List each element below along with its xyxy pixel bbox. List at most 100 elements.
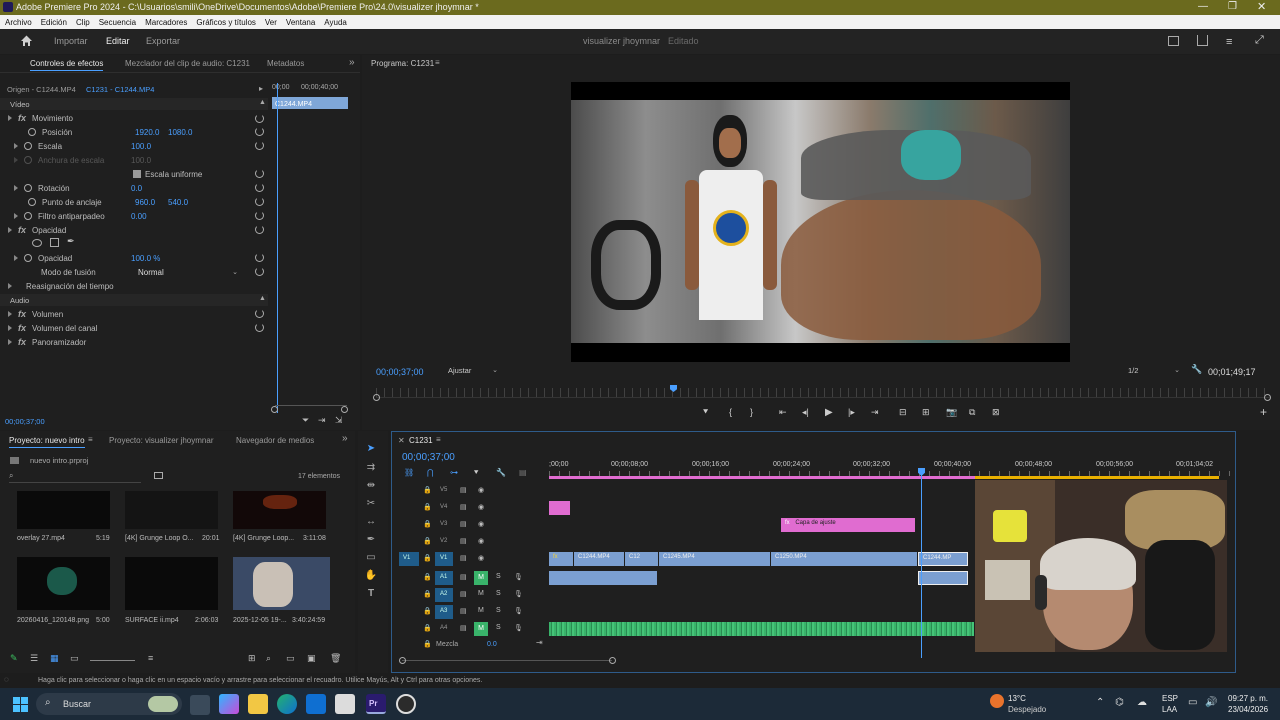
maximize-button[interactable]: ❐ <box>1228 1 1237 12</box>
outlook-icon[interactable] <box>306 694 326 714</box>
scale-value[interactable]: 100.0 <box>131 142 151 151</box>
close-tab-icon[interactable]: ✕ <box>398 436 405 445</box>
a4-music-clip[interactable] <box>549 622 974 636</box>
anchor-y[interactable]: 540.0 <box>168 198 188 207</box>
reset-icon[interactable] <box>255 169 264 178</box>
tray-chevron-icon[interactable]: ⌃ <box>1096 697 1104 708</box>
volume-row[interactable]: fx Volumen <box>0 307 63 321</box>
lock-icon[interactable]: 🔒 <box>423 520 432 528</box>
settings-wrench-icon[interactable]: 🔧 <box>496 468 506 477</box>
rectangle-mask-icon[interactable] <box>50 238 59 247</box>
sequence-label[interactable]: C1231 - C1244.MP4 <box>86 85 154 94</box>
menu-archivo[interactable]: Archivo <box>5 18 32 27</box>
reset-icon[interactable] <box>255 267 264 276</box>
tab-mezclador-audio[interactable]: Mezclador del clip de audio: C1231 <box>125 59 250 68</box>
expand-arrow-icon[interactable] <box>14 185 18 191</box>
mini-clip-bar[interactable]: C1244.MP4 <box>272 97 348 109</box>
hand-tool-icon[interactable]: ✋ <box>364 570 378 582</box>
weather-temp[interactable]: 13°C <box>1008 694 1026 703</box>
sync-icon[interactable]: ▤ <box>460 503 467 511</box>
panel-menu-icon[interactable]: ≡ <box>435 58 440 67</box>
linked-selection-icon[interactable]: ⊶ <box>450 468 458 477</box>
expand-arrow-icon[interactable] <box>14 143 18 149</box>
mute-button[interactable]: M <box>478 607 484 614</box>
rotation-value[interactable]: 0.0 <box>131 184 142 193</box>
fit-dropdown[interactable]: Ajustar ⌄ <box>448 366 500 378</box>
copilot-icon[interactable] <box>219 694 239 714</box>
stopwatch-icon[interactable] <box>28 198 36 206</box>
lock-icon[interactable]: 🔒 <box>423 554 432 562</box>
adjustment-layer-clip[interactable]: fx Capa de ajuste <box>781 518 915 532</box>
program-timecode[interactable]: 00;00;37;00 <box>376 367 424 377</box>
camera-icon[interactable]: 📷 <box>946 407 957 418</box>
new-item-icon[interactable]: ▣ <box>307 653 316 664</box>
minimize-button[interactable]: — <box>1198 1 1208 12</box>
expand-arrow-icon[interactable] <box>8 311 12 317</box>
display-icon[interactable]: ▭ <box>1188 697 1197 708</box>
thumbnail-png[interactable] <box>17 557 110 610</box>
solo-button[interactable]: S <box>496 607 501 614</box>
premiere-icon[interactable]: Pr <box>366 694 386 714</box>
track-select-tool-icon[interactable]: ⇉ <box>364 462 378 474</box>
eye-icon[interactable]: ◉ <box>478 520 484 528</box>
timeline-tab[interactable]: C1231 <box>409 436 433 445</box>
v1-clip-1[interactable]: fx <box>549 552 573 566</box>
opacity-value[interactable]: 100.0 % <box>131 254 160 263</box>
mix-lock-icon[interactable]: 🔒 <box>423 640 432 648</box>
share-icon[interactable] <box>1197 35 1208 46</box>
lock-icon[interactable]: 🔒 <box>423 486 432 494</box>
windows-start-icon[interactable] <box>13 697 28 712</box>
expand-arrow-icon[interactable] <box>8 283 12 289</box>
network-icon[interactable]: ⌬ <box>1115 697 1124 708</box>
tab-metadatos[interactable]: Metadatos <box>267 59 304 68</box>
filter-icon[interactable]: ⏷ <box>302 415 309 426</box>
ripple-edit-tool-icon[interactable]: ⇹ <box>364 480 378 492</box>
menu-ver[interactable]: Ver <box>265 18 277 27</box>
mute-button[interactable]: M <box>474 571 488 585</box>
time-ruler[interactable]: ;00;00 00;00;08;00 00;00;16;00 00;00;24;… <box>549 457 1235 479</box>
expand-arrow-icon[interactable] <box>14 213 18 219</box>
panel-expand-icon[interactable]: » <box>349 57 355 68</box>
project-search-field[interactable]: ⌕ <box>9 471 141 483</box>
panel-menu-icon[interactable]: ≡ <box>88 435 93 444</box>
go-to-out-icon[interactable]: ⇥ <box>871 407 879 418</box>
video-frame[interactable] <box>571 82 1070 362</box>
menu-edicion[interactable]: Edición <box>41 18 67 27</box>
thumbnail-grunge-1[interactable] <box>125 491 218 529</box>
uniform-scale-checkbox[interactable] <box>133 170 141 178</box>
a1-audio-clip-2[interactable] <box>918 571 968 585</box>
edge-icon[interactable] <box>277 694 297 714</box>
sync-icon[interactable]: ▤ <box>460 624 467 632</box>
sync-icon[interactable]: ▤ <box>460 486 467 494</box>
eye-icon[interactable]: ◉ <box>478 554 484 562</box>
menu-icon[interactable]: ≡ <box>1226 36 1232 48</box>
reset-icon[interactable] <box>255 225 264 234</box>
scroll-handle-left[interactable] <box>399 657 406 664</box>
lift-icon[interactable]: ⊟ <box>899 407 907 418</box>
reset-icon[interactable] <box>255 127 264 136</box>
onedrive-icon[interactable]: ☁ <box>1137 697 1147 708</box>
panel-menu-icon[interactable]: ≡ <box>436 435 441 444</box>
fullscreen-icon[interactable]: ⤢ <box>1255 34 1264 47</box>
v1-clip-6[interactable]: C1244.MP <box>918 552 968 566</box>
mini-playhead[interactable] <box>277 83 278 413</box>
reset-icon[interactable] <box>255 253 264 262</box>
resolution-dropdown[interactable]: 1/2 ⌄ <box>1128 366 1182 378</box>
mix-go-end-icon[interactable]: ⇥ <box>536 638 543 647</box>
expand-arrow-icon[interactable] <box>14 255 18 261</box>
flicker-value[interactable]: 0.00 <box>131 212 147 221</box>
reset-icon[interactable] <box>255 183 264 192</box>
collapse-audio-icon[interactable]: ▲ <box>259 295 266 302</box>
eye-icon[interactable]: ◉ <box>478 486 484 494</box>
a1-audio-clip-1[interactable] <box>549 571 657 585</box>
sync-icon[interactable]: ▤ <box>460 573 467 581</box>
volume-icon[interactable]: 🔊 <box>1205 697 1217 708</box>
reset-icon[interactable] <box>255 323 264 332</box>
ellipse-mask-icon[interactable] <box>32 239 42 247</box>
wrench-icon[interactable]: 🔧 <box>1191 364 1202 375</box>
type-tool-icon[interactable]: T <box>364 588 378 600</box>
workspaces-icon[interactable] <box>1168 36 1179 46</box>
step-back-icon[interactable]: ◂| <box>802 407 809 418</box>
snap-icon[interactable]: ⋂ <box>427 468 434 477</box>
play-only-icon[interactable]: ▸ <box>259 84 263 93</box>
